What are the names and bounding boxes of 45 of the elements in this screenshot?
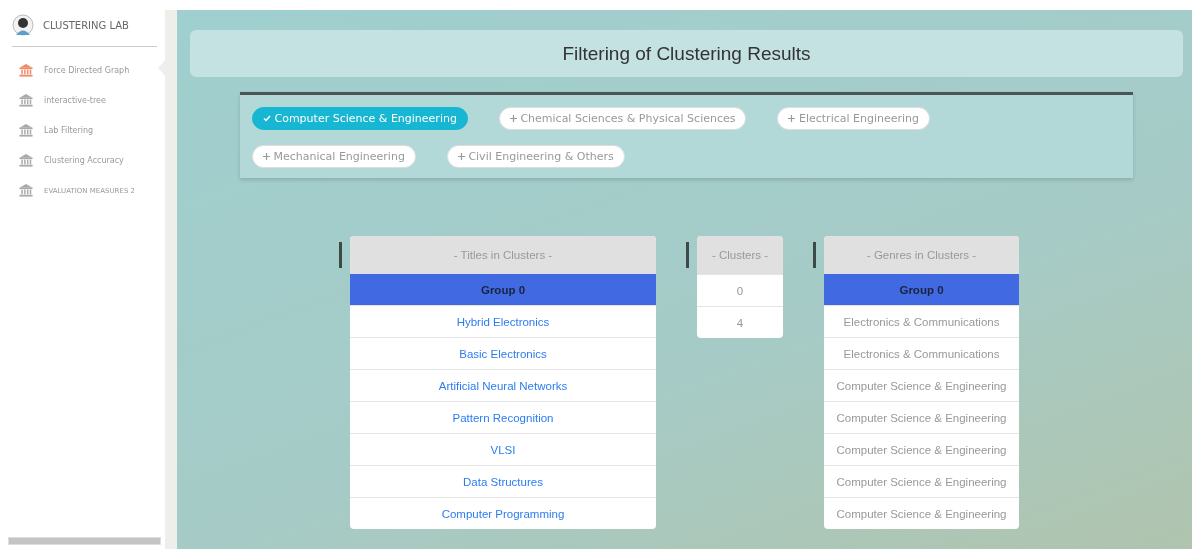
sidebar-item[interactable]: Force Directed Graph (12, 61, 165, 80)
filter-chip[interactable]: Civil Engineering & Others (446, 145, 625, 168)
check-icon (263, 115, 271, 122)
table-cell: Computer Science & Engineering (824, 497, 1019, 529)
table-cell: Computer Science & Engineering (824, 465, 1019, 497)
table-cell: Electronics & Communications (824, 337, 1019, 369)
group-row: Group 0 (824, 274, 1019, 305)
bank-icon (18, 153, 34, 168)
horizontal-scrollbar[interactable] (8, 537, 161, 545)
sidebar-item[interactable]: Lab Filtering (12, 121, 165, 140)
group-row: Group 0 (350, 274, 656, 305)
vertical-scrollbar[interactable] (165, 10, 177, 549)
table-cell: Computer Science & Engineering (824, 369, 1019, 401)
filter-chip[interactable]: Chemical Sciences & Physical Sciences (498, 107, 747, 130)
column-header: - Titles in Clusters - (350, 236, 656, 274)
bank-icon (18, 123, 34, 138)
title-link[interactable]: Hybrid Electronics (350, 305, 656, 337)
bank-icon (18, 183, 34, 198)
title-link[interactable]: Basic Electronics (350, 337, 656, 369)
plus-icon (509, 115, 517, 122)
column-header: - Genres in Clusters - (824, 236, 1019, 274)
sidebar-item[interactable]: Clustering Accuracy (12, 151, 165, 170)
title-link[interactable]: VLSI (350, 433, 656, 465)
app-title: CLUSTERING LAB (43, 19, 129, 31)
page-title: Filtering of Clustering Results (190, 30, 1183, 77)
avatar-icon (12, 14, 34, 36)
column-header: - Clusters - (697, 236, 783, 274)
bank-icon (18, 63, 34, 78)
plus-icon (788, 115, 796, 122)
table-cell: Electronics & Communications (824, 305, 1019, 337)
table-cell: Computer Science & Engineering (824, 433, 1019, 465)
sidebar-item[interactable]: interactive-tree (12, 91, 165, 110)
title-link[interactable]: Pattern Recognition (350, 401, 656, 433)
filter-chip[interactable]: Mechanical Engineering (252, 145, 416, 168)
title-link[interactable]: Artificial Neural Networks (350, 369, 656, 401)
filter-chip[interactable]: Computer Science & Engineering (252, 107, 468, 130)
bank-icon (18, 93, 34, 108)
title-link[interactable]: Data Structures (350, 465, 656, 497)
table-cell: 4 (697, 306, 783, 338)
title-link[interactable]: Computer Programming (350, 497, 656, 529)
table-cell: 0 (697, 274, 783, 306)
plus-icon (457, 153, 465, 160)
table-cell: Computer Science & Engineering (824, 401, 1019, 433)
plus-icon (263, 153, 270, 160)
filter-chip[interactable]: Electrical Engineering (777, 107, 931, 130)
